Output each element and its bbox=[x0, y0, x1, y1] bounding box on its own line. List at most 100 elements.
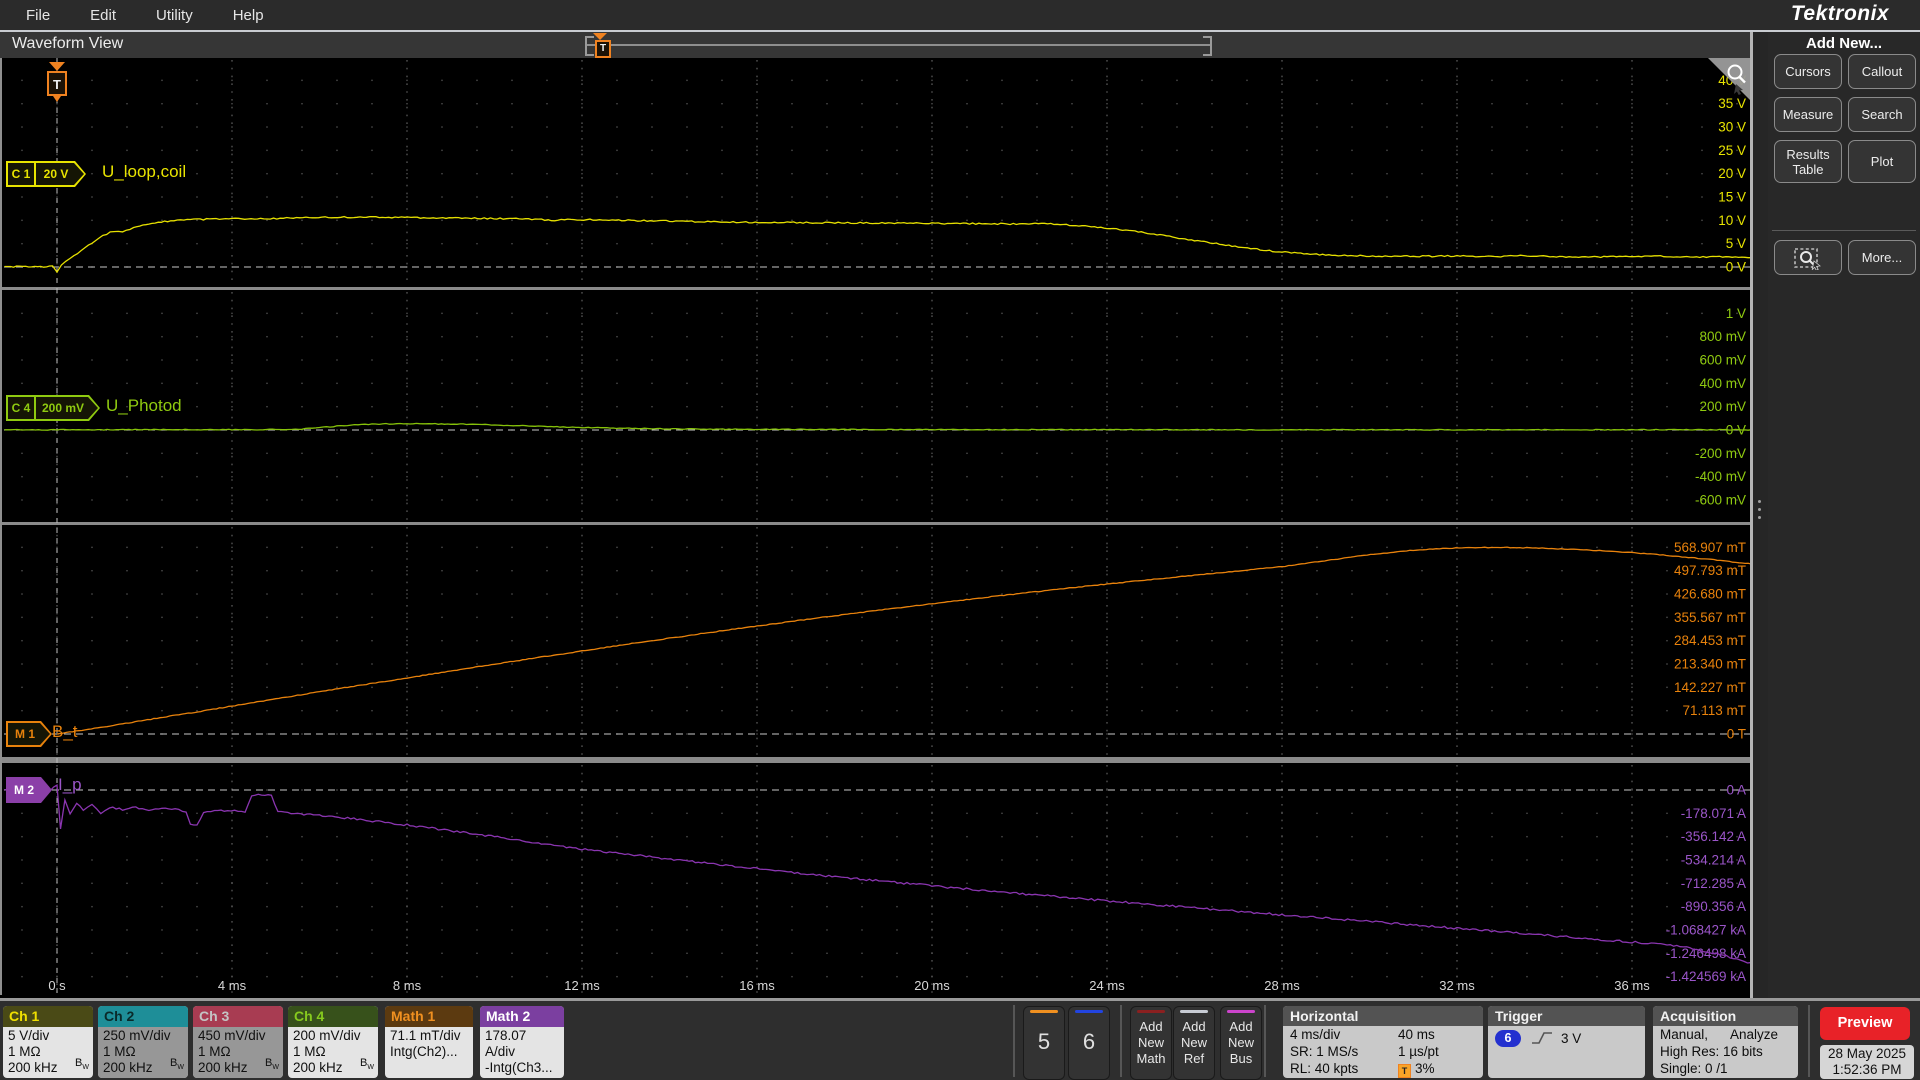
trigger-level: 3 V bbox=[1561, 1031, 1582, 1046]
waveform-label-i-p[interactable]: I_p bbox=[58, 775, 82, 795]
acquisition-resolution: High Res: 16 bits bbox=[1660, 1044, 1763, 1059]
add-new-results-table-button[interactable]: Results Table bbox=[1774, 140, 1842, 183]
record-length: RL: 40 kpts bbox=[1290, 1061, 1359, 1076]
menu-item-help[interactable]: Help bbox=[219, 7, 278, 24]
horizontal-scale: 4 ms/div bbox=[1290, 1027, 1341, 1042]
grid-slice-0 bbox=[4, 60, 1750, 285]
waveform-label-u-photod[interactable]: U_Photod bbox=[106, 396, 182, 416]
acquisition-mode: Manual, bbox=[1660, 1027, 1709, 1042]
horizontal-overview-bar[interactable]: T bbox=[585, 33, 1212, 58]
section-divider bbox=[1120, 1005, 1122, 1077]
badge-body: 450 mV/div 1 MΩ 200 kHz BW bbox=[193, 1027, 283, 1078]
badge-row: Intg(Ch2)... bbox=[390, 1044, 458, 1059]
svg-text:-1.068427 kA: -1.068427 kA bbox=[1666, 922, 1746, 937]
horizontal-title: Horizontal bbox=[1283, 1006, 1483, 1026]
add-new-ref-button[interactable]: Add New Ref bbox=[1173, 1006, 1215, 1080]
svg-text:0 s: 0 s bbox=[48, 978, 66, 993]
slice-separator[interactable] bbox=[2, 287, 1752, 290]
badge-row: 200 mV/div bbox=[293, 1028, 361, 1043]
spare-channel-button-6[interactable]: 6 bbox=[1068, 1006, 1110, 1080]
svg-text:600 mV: 600 mV bbox=[1699, 353, 1746, 368]
svg-text:355.567 mT: 355.567 mT bbox=[1674, 610, 1746, 625]
channel-settings-badge-ch3[interactable]: Ch 3 450 mV/div 1 MΩ 200 kHz BW bbox=[193, 1006, 283, 1078]
svg-text:568.907 mT: 568.907 mT bbox=[1674, 540, 1746, 555]
channel-settings-badge-math1[interactable]: Math 1 71.1 mT/div Intg(Ch2)... bbox=[385, 1006, 473, 1078]
page-title: Waveform View bbox=[12, 35, 124, 52]
channel-settings-badge-ch2[interactable]: Ch 2 250 mV/div 1 MΩ 200 kHz BW bbox=[98, 1006, 188, 1078]
channel-badge-m1[interactable]: M 1 bbox=[6, 721, 52, 747]
badge-header: Math 1 bbox=[385, 1006, 473, 1027]
badge-header: Ch 4 bbox=[288, 1006, 378, 1027]
menu-item-utility[interactable]: Utility bbox=[142, 7, 207, 24]
button-number: 5 bbox=[1037, 1029, 1051, 1054]
section-divider bbox=[1808, 1005, 1810, 1077]
channel-settings-badge-ch4[interactable]: Ch 4 200 mV/div 1 MΩ 200 kHz BW bbox=[288, 1006, 378, 1078]
box-zoom-icon bbox=[1794, 247, 1821, 270]
menu-item-edit[interactable]: Edit bbox=[76, 7, 130, 24]
trigger-marker[interactable]: T bbox=[47, 62, 67, 102]
overview-right-bracket[interactable] bbox=[1203, 36, 1212, 56]
badge-row: 71.1 mT/div bbox=[390, 1028, 461, 1043]
spare-channel-button-5[interactable]: 5 bbox=[1023, 1006, 1065, 1080]
svg-text:30 V: 30 V bbox=[1718, 120, 1746, 135]
add-new-cursors-button[interactable]: Cursors bbox=[1774, 54, 1842, 89]
svg-text:32 ms: 32 ms bbox=[1439, 978, 1475, 993]
svg-text:400 mV: 400 mV bbox=[1699, 376, 1746, 391]
add-new-callout-button[interactable]: Callout bbox=[1848, 54, 1916, 89]
waveform-label-u-loop-coil[interactable]: U_loop,coil bbox=[102, 162, 186, 182]
grid-slice-2 bbox=[4, 527, 1750, 755]
acquisition-panel[interactable]: Acquisition Manual, Analyze High Res: 16 bi… bbox=[1653, 1006, 1798, 1078]
svg-text:20 V: 20 V bbox=[1718, 166, 1746, 181]
svg-text:-712.285 A: -712.285 A bbox=[1681, 876, 1746, 891]
preview-button[interactable]: Preview bbox=[1820, 1007, 1910, 1040]
trigger-source-badge: 6 bbox=[1495, 1030, 1521, 1047]
slice-separator[interactable] bbox=[2, 522, 1752, 525]
datetime-display: 28 May 2025 1:52:36 PM bbox=[1820, 1045, 1914, 1079]
trigger-panel[interactable]: Trigger 6 3 V bbox=[1488, 1006, 1645, 1078]
waveform-label-b-t[interactable]: B_t bbox=[52, 722, 78, 742]
waveform-canvas: 40 V35 V30 V25 V20 V15 V10 V5 V0 V1 V800… bbox=[2, 58, 1752, 995]
sample-rate: SR: 1 MS/s bbox=[1290, 1044, 1359, 1059]
channel-badge-m2[interactable]: M 2 bbox=[6, 777, 52, 803]
bandwidth-badge: BW bbox=[75, 1056, 89, 1071]
add-new-measure-button[interactable]: Measure bbox=[1774, 97, 1842, 132]
svg-text:800 mV: 800 mV bbox=[1699, 329, 1746, 344]
svg-text:8 ms: 8 ms bbox=[393, 978, 422, 993]
slice-separator[interactable] bbox=[2, 757, 1752, 763]
more-button[interactable]: More... bbox=[1848, 240, 1916, 275]
date-label: 28 May 2025 bbox=[1827, 1046, 1907, 1061]
waveform-plot[interactable]: 40 V35 V30 V25 V20 V15 V10 V5 V0 V1 V800… bbox=[0, 58, 1752, 995]
time-label: 1:52:36 PM bbox=[1832, 1062, 1902, 1077]
axis-labels-slice-1: 1 V800 mV600 mV400 mV200 mV0 V-200 mV-40… bbox=[1695, 306, 1746, 508]
channel-badge-c4[interactable]: C 4 200 mV bbox=[6, 395, 100, 421]
rising-edge-icon bbox=[1532, 1032, 1552, 1044]
add-new-bus-button[interactable]: Add New Bus bbox=[1220, 1006, 1262, 1080]
badge-body: 178.07 A/div -Intg(Ch3... bbox=[480, 1027, 564, 1078]
splitter-grip-icon[interactable] bbox=[1758, 500, 1762, 519]
add-new-math-button[interactable]: Add New Math bbox=[1130, 1006, 1172, 1080]
svg-text:-178.071 A: -178.071 A bbox=[1681, 806, 1746, 821]
acquisition-single: Single: 0 /1 bbox=[1660, 1061, 1728, 1076]
trace-math1[interactable] bbox=[56, 546, 1752, 735]
add-new-search-button[interactable]: Search bbox=[1848, 97, 1916, 132]
box-zoom-button[interactable] bbox=[1774, 240, 1842, 275]
trace-math2[interactable] bbox=[4, 784, 1753, 964]
trigger-title: Trigger bbox=[1488, 1006, 1645, 1026]
channel-settings-badge-math2[interactable]: Math 2 178.07 A/div -Intg(Ch3... bbox=[480, 1006, 564, 1078]
section-divider bbox=[1013, 1005, 1015, 1077]
overview-trigger-marker[interactable]: T bbox=[595, 40, 611, 58]
horizontal-panel[interactable]: Horizontal 4 ms/div 40 ms SR: 1 MS/s 1 µs/pt… bbox=[1283, 1006, 1483, 1078]
channel-badge-c1[interactable]: C 1 20 V bbox=[6, 161, 86, 187]
menu-item-file[interactable]: File bbox=[12, 7, 64, 24]
bandwidth-badge: BW bbox=[360, 1056, 374, 1071]
trace-ch4[interactable] bbox=[4, 422, 1753, 431]
add-new-plot-button[interactable]: Plot bbox=[1848, 140, 1916, 183]
badge-row: 250 mV/div bbox=[103, 1028, 171, 1043]
badge-header: Ch 2 bbox=[98, 1006, 188, 1027]
badge-body: 5 V/div 1 MΩ 200 kHz BW bbox=[3, 1027, 93, 1078]
svg-text:5 V: 5 V bbox=[1726, 236, 1746, 251]
svg-text:-200 mV: -200 mV bbox=[1695, 446, 1746, 461]
axis-labels-slice-2: 568.907 mT 497.793 mT 426.680 mT 355.567 mT… bbox=[1674, 540, 1746, 742]
channel-settings-badge-ch1[interactable]: Ch 15 V/div 1 MΩ 200 kHz BW bbox=[3, 1006, 93, 1078]
svg-text:-400 mV: -400 mV bbox=[1695, 469, 1746, 484]
